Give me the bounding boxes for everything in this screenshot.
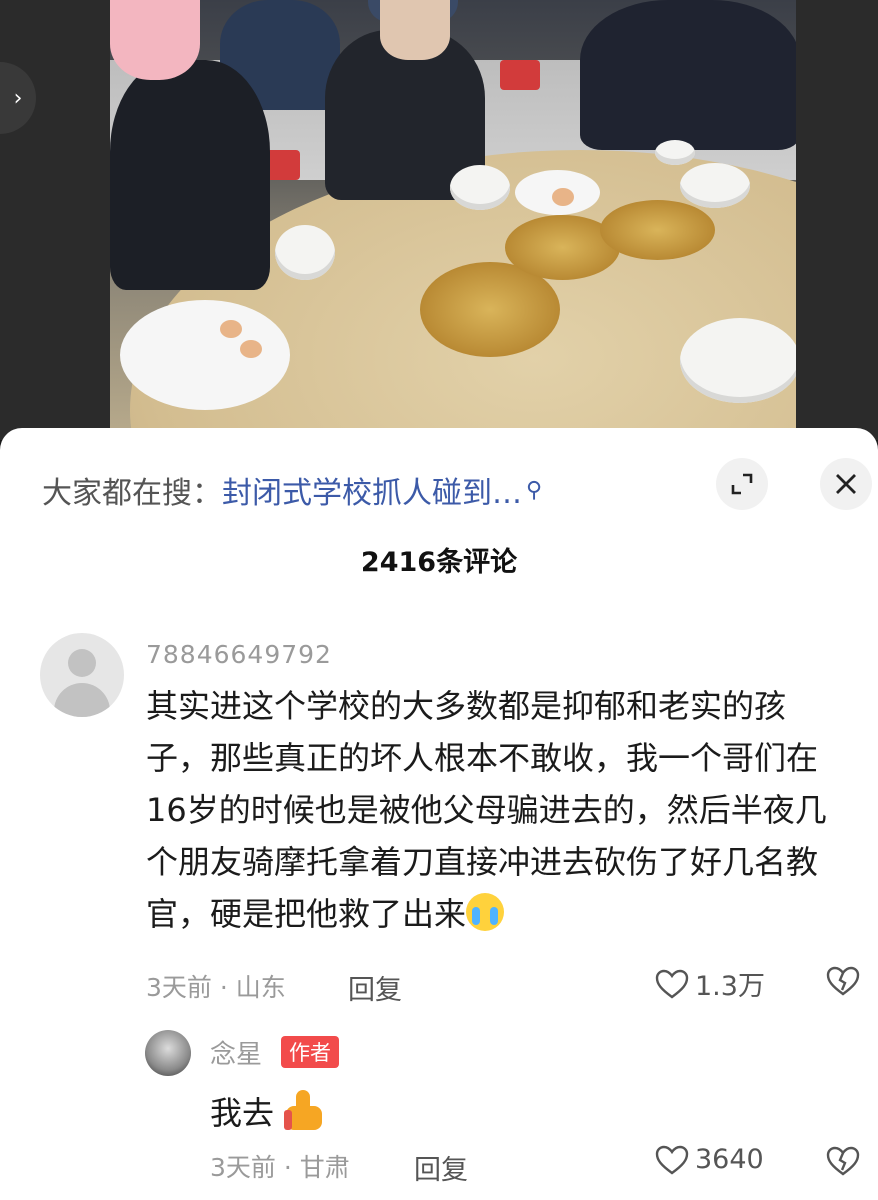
dislike-button[interactable] [826,966,860,1000]
person [580,0,796,150]
search-suggestion[interactable]: 大家都在搜：封闭式学校抓人碰到… ⚲ [42,468,542,512]
like-button[interactable]: 1.3万 [655,964,765,1003]
like-count: 3640 [695,1144,764,1175]
red-stool [500,60,540,90]
avatar[interactable] [40,633,124,717]
comment-username[interactable]: 78846649792 [146,640,332,669]
reply-button[interactable]: 回复 [414,1148,468,1187]
chevron-right-icon[interactable]: › [0,62,36,134]
video-player[interactable]: › [0,0,878,440]
comment-count-title: 2416条评论 [360,547,518,578]
default-avatar-icon [68,649,96,677]
comment-sheet: 大家都在搜：封闭式学校抓人碰到… ⚲ 2416条评论 78846649792 其实… [0,428,878,1200]
broken-heart-icon [826,1146,860,1176]
author-badge: 作者 [281,1036,339,1068]
bowl [450,165,510,210]
face [380,0,450,60]
dislike-button[interactable] [826,1146,860,1180]
reply-username[interactable]: 念星 [210,1034,262,1071]
close-icon [836,474,856,494]
bowl [680,163,750,208]
expand-icon [731,473,753,495]
like-count: 1.3万 [695,971,765,1002]
person [110,60,270,290]
reply-time-location: 3天前 · 甘肃 [210,1153,350,1182]
default-avatar-torso [54,683,110,717]
comment-text[interactable]: 其实进这个学校的大多数都是抑郁和老实的孩子，那些真正的坏人根本不敢收，我一个哥们… [146,680,846,940]
heart-icon [655,969,689,998]
like-button[interactable]: 3640 [655,1144,764,1175]
video-frame [110,0,796,440]
heart-icon [655,1145,689,1174]
thumbs-up-emoji-icon [284,1090,324,1130]
bowl [680,318,796,403]
search-prefix: 大家都在搜： [42,476,222,511]
egg [240,340,262,358]
comment-time-location: 3天前 · 山东 [146,973,286,1002]
egg [552,188,574,206]
bowl [275,225,335,280]
sticker-icon [110,0,200,80]
avatar[interactable] [145,1030,191,1076]
noodle-bowl [600,200,715,260]
broken-heart-icon [826,966,860,996]
search-icon[interactable]: ⚲ [526,478,542,503]
search-query[interactable]: 封闭式学校抓人碰到… [222,476,522,511]
reply-text[interactable]: 我去 [210,1088,324,1134]
reply-body: 我去 [210,1094,275,1132]
reply-button[interactable]: 回复 [348,968,402,1007]
cup [655,140,695,165]
crying-laughing-emoji-icon [466,893,505,931]
close-button[interactable] [820,458,872,510]
plate [120,300,290,410]
expand-button[interactable] [716,458,768,510]
egg [220,320,242,338]
